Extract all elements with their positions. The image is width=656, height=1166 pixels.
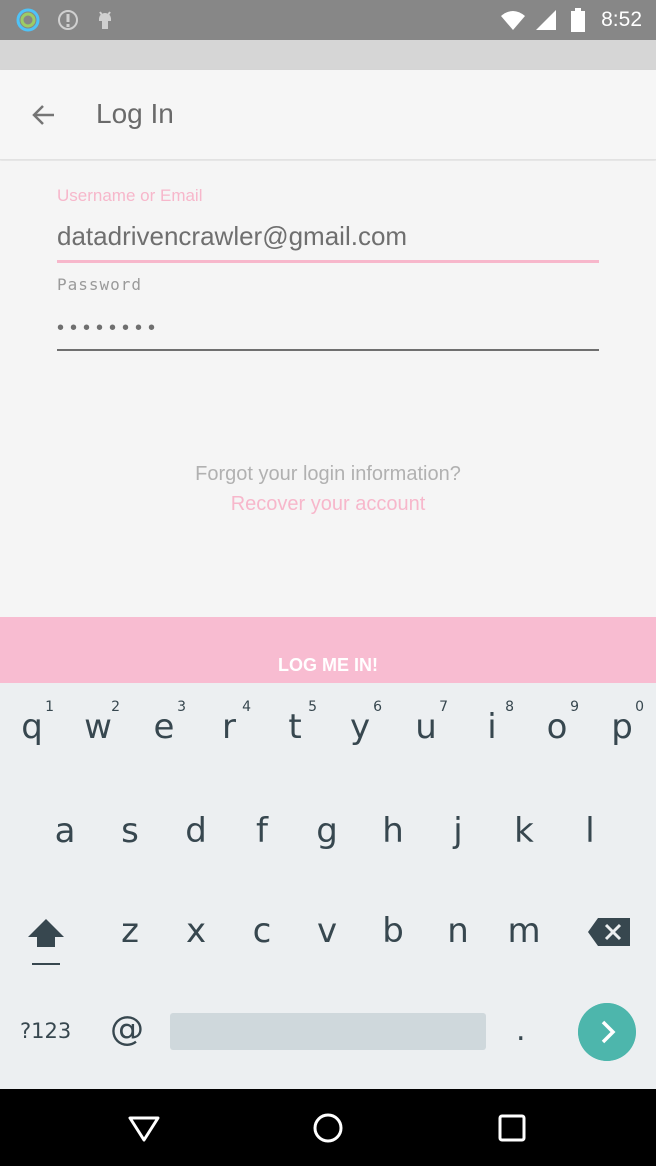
key-c[interactable]: c <box>242 913 282 957</box>
android-debug-icon <box>99 11 111 29</box>
key-a[interactable]: a <box>45 813 85 857</box>
username-field[interactable]: datadrivencrawler@gmail.com <box>57 221 599 263</box>
key-o[interactable]: o9 <box>537 699 579 753</box>
key-z[interactable]: z <box>110 913 150 957</box>
recents-square-icon <box>498 1114 526 1142</box>
page-title: Log In <box>96 98 174 129</box>
key-i[interactable]: i8 <box>472 699 514 753</box>
forgot-login-text: Forgot your login information? <box>195 463 461 485</box>
arrow-left-icon <box>32 105 54 125</box>
username-label: Username or Email <box>57 186 203 205</box>
alert-icon <box>58 10 78 30</box>
backspace-icon <box>588 918 630 946</box>
recover-account-link[interactable]: Recover your account <box>0 493 656 516</box>
backspace-key[interactable] <box>586 915 634 949</box>
key-r[interactable]: r4 <box>209 699 251 753</box>
key-s[interactable]: s <box>110 813 150 857</box>
key-k[interactable]: k <box>504 813 544 857</box>
circle-app-icon <box>16 8 40 32</box>
signal-icon <box>536 10 556 30</box>
login-button[interactable]: LOG ME IN! <box>0 617 656 683</box>
key-e[interactable]: e3 <box>144 699 186 753</box>
password-field[interactable]: •••••••• <box>57 311 599 351</box>
key-n[interactable]: n <box>438 913 478 957</box>
nav-home-button[interactable] <box>309 1109 347 1147</box>
status-bar: 8:52 <box>0 0 656 40</box>
back-button[interactable] <box>22 93 66 137</box>
battery-icon <box>571 8 585 32</box>
password-label: Password <box>57 275 143 294</box>
toolbar-spacer <box>0 40 656 70</box>
key-l[interactable]: l <box>570 813 610 857</box>
key-t[interactable]: t5 <box>275 699 317 753</box>
key-b[interactable]: b <box>373 913 413 957</box>
key-v[interactable]: v <box>307 913 347 957</box>
back-triangle-icon <box>128 1116 160 1142</box>
login-button-label: LOG ME IN! <box>278 655 378 675</box>
nav-recents-button[interactable] <box>493 1109 531 1147</box>
key-y[interactable]: y6 <box>340 699 382 753</box>
soft-keyboard: q1 w2 e3 r4 t5 y6 u7 i8 o9 p0 a s d f g … <box>0 683 656 1089</box>
status-time: 8:52 <box>601 8 642 31</box>
go-key[interactable] <box>578 1003 636 1061</box>
wifi-icon <box>501 11 525 30</box>
nav-back-button[interactable] <box>125 1109 163 1147</box>
key-period[interactable]: . <box>516 1013 526 1048</box>
symbols-key[interactable]: ?123 <box>20 1019 71 1043</box>
key-g[interactable]: g <box>307 813 347 857</box>
key-u[interactable]: u7 <box>406 699 448 753</box>
key-at[interactable]: @ <box>110 1009 144 1049</box>
key-j[interactable]: j <box>438 813 478 857</box>
shift-key[interactable] <box>24 911 68 967</box>
key-d[interactable]: d <box>176 813 216 857</box>
key-x[interactable]: x <box>176 913 216 957</box>
space-key[interactable] <box>170 1013 486 1050</box>
key-m[interactable]: m <box>504 913 544 957</box>
app-bar: Log In <box>0 70 656 160</box>
key-h[interactable]: h <box>373 813 413 857</box>
key-q[interactable]: q1 <box>12 699 54 753</box>
key-p[interactable]: p0 <box>602 699 644 753</box>
key-f[interactable]: f <box>242 813 282 857</box>
shift-arrow-icon <box>28 919 64 965</box>
login-form: Username or Email datadrivencrawler@gmai… <box>0 161 656 617</box>
system-nav-bar <box>0 1089 656 1166</box>
home-circle-icon <box>313 1113 343 1143</box>
key-w[interactable]: w2 <box>78 699 120 753</box>
